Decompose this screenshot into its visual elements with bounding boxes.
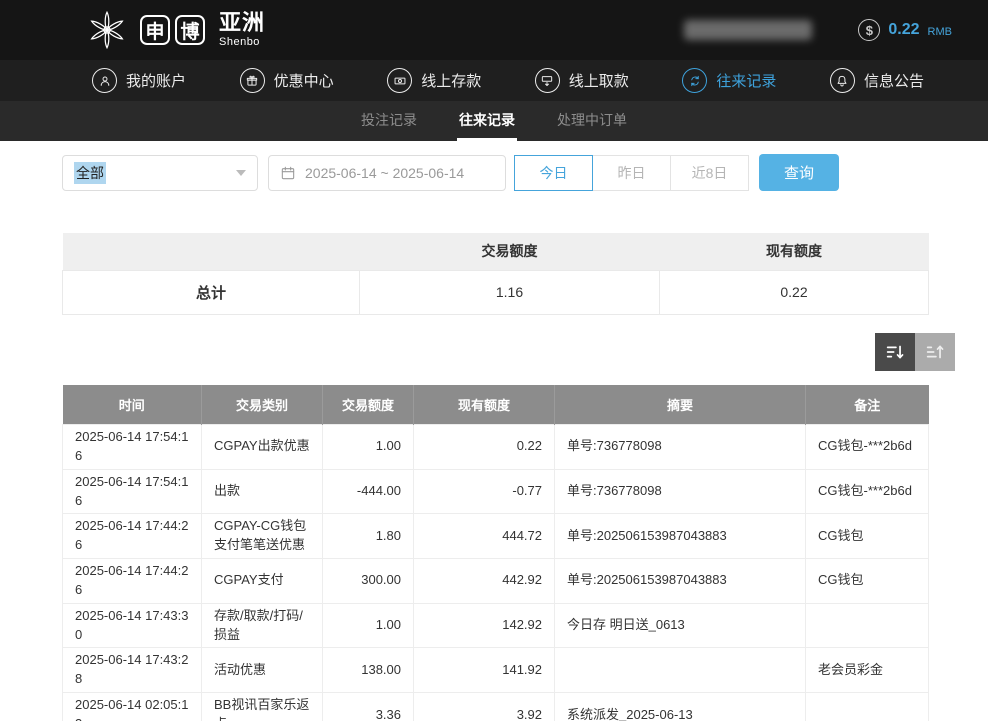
tab-label: 往来记录 bbox=[459, 110, 515, 130]
sort-controls bbox=[62, 333, 955, 371]
gift-icon bbox=[240, 68, 265, 93]
header-summary: 摘要 bbox=[555, 385, 806, 425]
tab-label: 投注记录 bbox=[361, 110, 417, 130]
nav-item-announcements[interactable]: 信息公告 bbox=[830, 68, 924, 93]
date-range-value: 2025-06-14 ~ 2025-06-14 bbox=[305, 165, 464, 181]
logo-char-shen: 申 bbox=[140, 15, 170, 45]
deposit-icon bbox=[387, 68, 412, 93]
header-amount: 交易额度 bbox=[323, 385, 414, 425]
logo-subtitle: Shenbo bbox=[219, 37, 265, 48]
logo-characters: 申 博 bbox=[140, 15, 205, 45]
quick-date-filters: 今日 昨日 近8日 bbox=[514, 155, 749, 191]
tab-bet-records[interactable]: 投注记录 bbox=[359, 101, 419, 141]
balance-display[interactable]: $ 0.22 RMB bbox=[858, 19, 952, 41]
sub-navigation: 投注记录 往来记录 处理中订单 bbox=[0, 101, 988, 141]
username-redacted bbox=[684, 20, 812, 40]
tab-label: 处理中订单 bbox=[557, 110, 627, 130]
dropdown-selected-value: 全部 bbox=[74, 162, 106, 184]
brand-logo[interactable]: 申 博 亚洲 Shenbo bbox=[84, 7, 265, 53]
logo-region-cn: 亚洲 bbox=[219, 12, 265, 34]
nav-label: 优惠中心 bbox=[274, 70, 334, 91]
header-time: 时间 bbox=[63, 385, 202, 425]
transaction-type-dropdown[interactable]: 全部 bbox=[62, 155, 258, 191]
exchange-arrows-icon bbox=[682, 68, 707, 93]
account-area: $ 0.22 RMB bbox=[684, 19, 952, 41]
balance-currency: RMB bbox=[928, 26, 952, 38]
summary-transaction-total: 1.16 bbox=[360, 270, 660, 314]
balance-amount: 0.22 bbox=[888, 21, 919, 39]
transactions-body: 2025-06-14 17:54:16 CGPAY出款优惠 1.00 0.22 … bbox=[63, 425, 929, 721]
summary-balance-total: 0.22 bbox=[660, 270, 929, 314]
table-row: 2025-06-14 17:43:30 存款/取款/打码/损益 1.00 142… bbox=[63, 603, 929, 648]
summary-table: 交易额度 现有额度 总计 1.16 0.22 bbox=[62, 233, 929, 315]
summary-header-transaction: 交易额度 bbox=[360, 233, 660, 270]
chevron-down-icon bbox=[236, 170, 246, 176]
nav-item-promotions[interactable]: 优惠中心 bbox=[240, 68, 334, 93]
nav-label: 往来记录 bbox=[716, 70, 776, 91]
nav-item-withdraw[interactable]: 线上取款 bbox=[535, 68, 629, 93]
nav-item-deposit[interactable]: 线上存款 bbox=[387, 68, 481, 93]
nav-label: 线上存款 bbox=[421, 70, 481, 91]
nav-item-transaction-records[interactable]: 往来记录 bbox=[682, 68, 776, 93]
nav-label: 线上取款 bbox=[569, 70, 629, 91]
dollar-coin-icon: $ bbox=[858, 19, 880, 41]
logo-region: 亚洲 Shenbo bbox=[219, 12, 265, 48]
tab-transaction-records[interactable]: 往来记录 bbox=[457, 101, 517, 141]
filter-bar: 全部 2025-06-14 ~ 2025-06-14 今日 昨日 近8日 查询 bbox=[62, 154, 988, 191]
last-8-days-button[interactable]: 近8日 bbox=[670, 155, 749, 191]
query-button[interactable]: 查询 bbox=[759, 154, 839, 191]
table-row: 2025-06-14 17:44:26 CGPAY-CG钱包支付笔笔送优惠 1.… bbox=[63, 514, 929, 559]
nav-label: 信息公告 bbox=[864, 70, 924, 91]
table-row: 2025-06-14 02:05:13 BB视讯百家乐返点 3.36 3.92 … bbox=[63, 693, 929, 721]
sort-ascending-icon[interactable] bbox=[915, 333, 955, 371]
calendar-icon bbox=[280, 165, 296, 181]
nav-label: 我的账户 bbox=[126, 70, 186, 91]
lotus-flower-icon bbox=[84, 7, 130, 53]
date-range-input[interactable]: 2025-06-14 ~ 2025-06-14 bbox=[268, 155, 506, 191]
withdraw-icon bbox=[535, 68, 560, 93]
nav-item-my-account[interactable]: 我的账户 bbox=[92, 68, 186, 93]
transactions-table: 时间 交易类别 交易额度 现有额度 摘要 备注 2025-06-14 17:54… bbox=[62, 385, 929, 721]
table-row: 2025-06-14 17:44:26 CGPAY支付 300.00 442.9… bbox=[63, 559, 929, 604]
main-navigation: 我的账户 优惠中心 线上存款 线上取款 往来记录 信息公告 bbox=[0, 60, 988, 101]
summary-total-row: 总计 1.16 0.22 bbox=[63, 270, 929, 314]
top-header: 申 博 亚洲 Shenbo $ 0.22 RMB bbox=[0, 0, 988, 60]
header-type: 交易类别 bbox=[202, 385, 323, 425]
table-row: 2025-06-14 17:54:16 出款 -444.00 -0.77 单号:… bbox=[63, 469, 929, 514]
sort-descending-icon[interactable] bbox=[875, 333, 915, 371]
header-note: 备注 bbox=[806, 385, 929, 425]
tab-processing-orders[interactable]: 处理中订单 bbox=[555, 101, 629, 141]
summary-header-balance: 现有额度 bbox=[660, 233, 929, 270]
transactions-header-row: 时间 交易类别 交易额度 现有额度 摘要 备注 bbox=[63, 385, 929, 425]
logo-char-bo: 博 bbox=[175, 15, 205, 45]
header-balance: 现有额度 bbox=[414, 385, 555, 425]
summary-header-empty bbox=[63, 233, 360, 270]
today-button[interactable]: 今日 bbox=[514, 155, 593, 191]
user-icon bbox=[92, 68, 117, 93]
bell-icon bbox=[830, 68, 855, 93]
yesterday-button[interactable]: 昨日 bbox=[592, 155, 671, 191]
table-row: 2025-06-14 17:43:28 活动优惠 138.00 141.92 老… bbox=[63, 648, 929, 693]
table-row: 2025-06-14 17:54:16 CGPAY出款优惠 1.00 0.22 … bbox=[63, 425, 929, 470]
summary-total-label: 总计 bbox=[63, 270, 360, 314]
